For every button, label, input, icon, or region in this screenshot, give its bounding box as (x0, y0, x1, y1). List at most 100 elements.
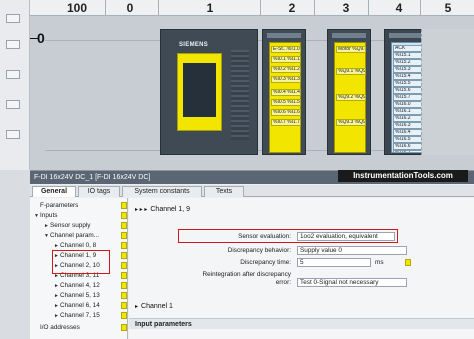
highlight-box (178, 229, 398, 243)
nav-item-io-addresses[interactable]: I/O addresses (34, 323, 80, 332)
properties-tabs: General IO tags System constants Texts (30, 185, 474, 197)
io-tag: %I15.4 (393, 73, 423, 80)
status-marker (121, 262, 127, 269)
nav-item-inputs[interactable]: ▼Inputs (34, 211, 57, 220)
discrepancy-time-unit: ms (375, 259, 384, 266)
nav-label: Channel param... (50, 232, 100, 239)
nav-label: Channel 0, 8 (60, 242, 97, 249)
io-tag: Motor %Q9.4 (336, 46, 366, 53)
status-marker (121, 202, 127, 209)
rail-marker (30, 38, 38, 39)
empty-slot-5[interactable] (421, 29, 474, 155)
watermark: InstrumentationTools.com (338, 170, 468, 182)
io-tag: %I15.2 (393, 59, 423, 66)
device-view-toolbar (0, 0, 30, 170)
section-channel-1[interactable]: ▸ Channel 1 (129, 302, 474, 312)
io-tag: %I0.3 %I1.3 (271, 76, 301, 83)
tab-general[interactable]: General (32, 186, 76, 197)
nav-item-channel-7-15[interactable]: ►Channel 7, 15 (54, 311, 100, 320)
discrepancy-behavior-select[interactable]: Supply value 0 (297, 246, 407, 255)
nav-label: Channel 6, 14 (60, 302, 100, 309)
io-tag: %I0.2 %I1.2 (271, 66, 301, 73)
status-marker (121, 232, 127, 239)
section-channel-1-9[interactable]: ▸ ▸ ▸ Channel 1, 9 (129, 205, 474, 215)
io-tag: %I16.2 (393, 115, 423, 122)
slot-number: 1 (206, 1, 214, 15)
cpu-display (183, 63, 216, 117)
io-tag: %Q9.2 %Q9.6 (336, 94, 366, 101)
nav-item-channel-4-12[interactable]: ►Channel 4, 12 (54, 281, 100, 290)
nav-label: I/O addresses (40, 324, 80, 331)
status-marker (405, 259, 411, 266)
toolbar-button[interactable] (6, 130, 20, 139)
nav-item-channel-param[interactable]: ▼Channel param... (44, 231, 99, 240)
status-marker (121, 242, 127, 249)
slot-number: 3 (342, 1, 350, 15)
slot-header: 100 0 1 2 3 4 5 (30, 0, 474, 16)
slot-divider (420, 0, 421, 16)
io-tag: %I15.5 (393, 80, 423, 87)
terminal-block: ACK %I15.1 %I15.2 %I15.3 %I15.4 %I15.5 %… (391, 42, 423, 153)
io-tag: %I16.4 (393, 129, 423, 136)
slot-divider (260, 0, 261, 16)
nav-item-channel-5-13[interactable]: ►Channel 5, 13 (54, 291, 100, 300)
tab-texts[interactable]: Texts (204, 186, 244, 197)
nav-label: Sensor supply (50, 222, 91, 229)
discrepancy-time-input[interactable]: 5 (297, 258, 371, 267)
slot-divider (314, 0, 315, 16)
nav-label: Channel 4, 12 (60, 282, 100, 289)
chevron-right-icon: ▸ (135, 304, 139, 310)
device-view: 100 0 1 2 3 4 5 0 SIEMENS E-St...%I1.0 %… (0, 0, 474, 170)
slot-number: 2 (288, 1, 296, 15)
cpu-module[interactable]: SIEMENS (160, 29, 258, 155)
section-title: Channel 1, 9 (150, 206, 191, 213)
slot-number: 100 (66, 1, 88, 15)
nav-item-sensor-supply[interactable]: ►Sensor supply (44, 221, 91, 230)
toolbar-button[interactable] (6, 14, 20, 23)
toolbar-button[interactable] (6, 70, 20, 79)
slot-number: 4 (395, 1, 403, 15)
discrepancy-behavior-label: Discrepancy behavior: (227, 247, 291, 254)
status-marker (121, 312, 127, 319)
terminal-block: E-St...%I1.0 %I0.1 %I1.1 %I0.2 %I1.2 %I0… (269, 42, 301, 153)
io-module-slot-2[interactable]: E-St...%I1.0 %I0.1 %I1.1 %I0.2 %I1.2 %I0… (262, 29, 306, 155)
status-marker (121, 252, 127, 259)
tab-system-constants[interactable]: System constants (122, 186, 202, 197)
properties-content: ▸ ▸ ▸ Channel 1, 9 Sensor evaluation: 1oo… (129, 198, 474, 339)
slot-divider (368, 0, 369, 16)
io-tag: %I15.6 (393, 87, 423, 94)
nav-item-f-parameters[interactable]: F-parameters (34, 201, 78, 210)
io-tag: %I16.6 (393, 143, 423, 150)
tab-io-tags[interactable]: IO tags (78, 186, 120, 197)
io-tag: %I16.0 (393, 101, 423, 108)
status-marker (121, 292, 127, 299)
toolbar-button[interactable] (6, 40, 20, 49)
io-tag: %I0.7 %I1.7 (271, 119, 301, 126)
io-tag: %I15.7 (393, 94, 423, 101)
reintegration-select[interactable]: Test 0-Signal not necessary (297, 278, 407, 287)
io-tag: %I0.5 %I1.5 (271, 99, 301, 106)
rail-label: 0 (37, 30, 45, 46)
slot-number: 5 (444, 1, 452, 15)
io-tag: E-St...%I1.0 (271, 46, 301, 53)
io-tag: %I16.3 (393, 122, 423, 129)
slot-divider (158, 0, 159, 16)
status-marker (121, 302, 127, 309)
reintegration-label-cont: error: (275, 279, 291, 286)
properties-window: F-DI 16x24V DC_1 [F-DI 16x24V DC] Genera… (30, 170, 474, 339)
properties-navigation: F-parameters ▼Inputs ►Sensor supply ▼Cha… (30, 198, 128, 339)
io-tag: %Q9.1 %Q9.5 (336, 68, 366, 75)
io-tag: %Q9.3 %Q9.7 (336, 119, 366, 126)
io-tag: %I15.3 (393, 66, 423, 73)
nav-item-channel-6-14[interactable]: ►Channel 6, 14 (54, 301, 100, 310)
slot-number: 0 (126, 1, 134, 15)
io-tag: %I16.1 (393, 108, 423, 115)
slot-divider (105, 0, 106, 16)
highlight-box (52, 250, 110, 274)
status-marker (121, 272, 127, 279)
nav-label: F-parameters (40, 202, 79, 209)
nav-item-channel-0-8[interactable]: ►Channel 0, 8 (54, 241, 96, 250)
io-module-slot-3[interactable]: Motor %Q9.4 %Q9.1 %Q9.5 %Q9.2 %Q9.6 %Q9.… (327, 29, 371, 155)
toolbar-button[interactable] (6, 100, 20, 109)
cpu-vent (231, 50, 249, 140)
